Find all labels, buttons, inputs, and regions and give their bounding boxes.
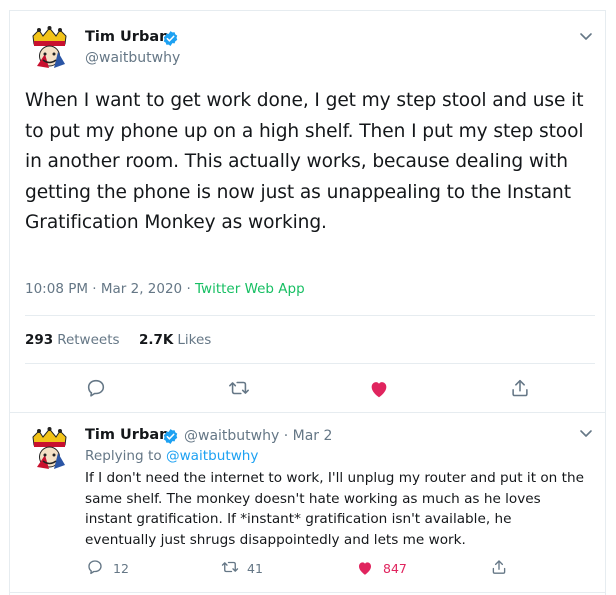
retweets-stat[interactable]: 293 Retweets bbox=[25, 332, 120, 348]
likes-count: 2.7K bbox=[139, 332, 174, 348]
reply-author-avatar[interactable] bbox=[25, 425, 74, 474]
like-count: 847 bbox=[383, 561, 407, 576]
likes-label: Likes bbox=[177, 332, 212, 348]
retweet-icon[interactable] bbox=[228, 377, 250, 399]
divider bbox=[25, 363, 595, 364]
author-name[interactable]: Tim Urban bbox=[85, 29, 169, 45]
share-icon[interactable] bbox=[490, 558, 508, 576]
replying-to: Replying to @waitbutwhy bbox=[85, 448, 258, 464]
tweet-source[interactable]: Twitter Web App bbox=[195, 281, 305, 297]
replying-to-handle[interactable]: @waitbutwhy bbox=[166, 448, 259, 464]
retweet-count: 41 bbox=[247, 561, 263, 576]
retweet-icon[interactable] bbox=[221, 558, 239, 576]
reply-author-name[interactable]: Tim Urban bbox=[85, 427, 169, 443]
verified-badge-icon bbox=[162, 30, 179, 47]
retweets-label: Retweets bbox=[57, 332, 120, 348]
tweet-timestamp: 10:08 PM · Mar 2, 2020 · Twitter Web App bbox=[25, 281, 305, 297]
verified-badge-icon bbox=[162, 428, 179, 445]
tweet-text: When I want to get work done, I get my s… bbox=[25, 90, 584, 233]
chevron-down-icon[interactable] bbox=[578, 28, 594, 44]
divider bbox=[25, 315, 595, 316]
reply-count: 12 bbox=[113, 561, 129, 576]
divider bbox=[9, 592, 606, 593]
reply-icon[interactable] bbox=[85, 377, 107, 399]
timestamp-text[interactable]: 10:08 PM · Mar 2, 2020 · bbox=[25, 281, 195, 297]
reply-author-handle[interactable]: @waitbutwhy · Mar 2 bbox=[184, 428, 332, 444]
share-icon[interactable] bbox=[509, 377, 531, 399]
chevron-down-icon[interactable] bbox=[578, 425, 594, 441]
reply-icon[interactable] bbox=[86, 558, 104, 576]
heart-icon[interactable] bbox=[368, 378, 390, 400]
author-handle[interactable]: @waitbutwhy bbox=[85, 50, 180, 66]
replying-prefix: Replying to bbox=[85, 448, 166, 464]
author-avatar[interactable] bbox=[25, 24, 74, 73]
retweets-count: 293 bbox=[25, 332, 54, 348]
reply-text: If I don't need the internet to work, I'… bbox=[85, 470, 584, 548]
heart-icon[interactable] bbox=[356, 559, 374, 577]
divider bbox=[9, 412, 606, 413]
likes-stat[interactable]: 2.7K Likes bbox=[139, 332, 211, 348]
